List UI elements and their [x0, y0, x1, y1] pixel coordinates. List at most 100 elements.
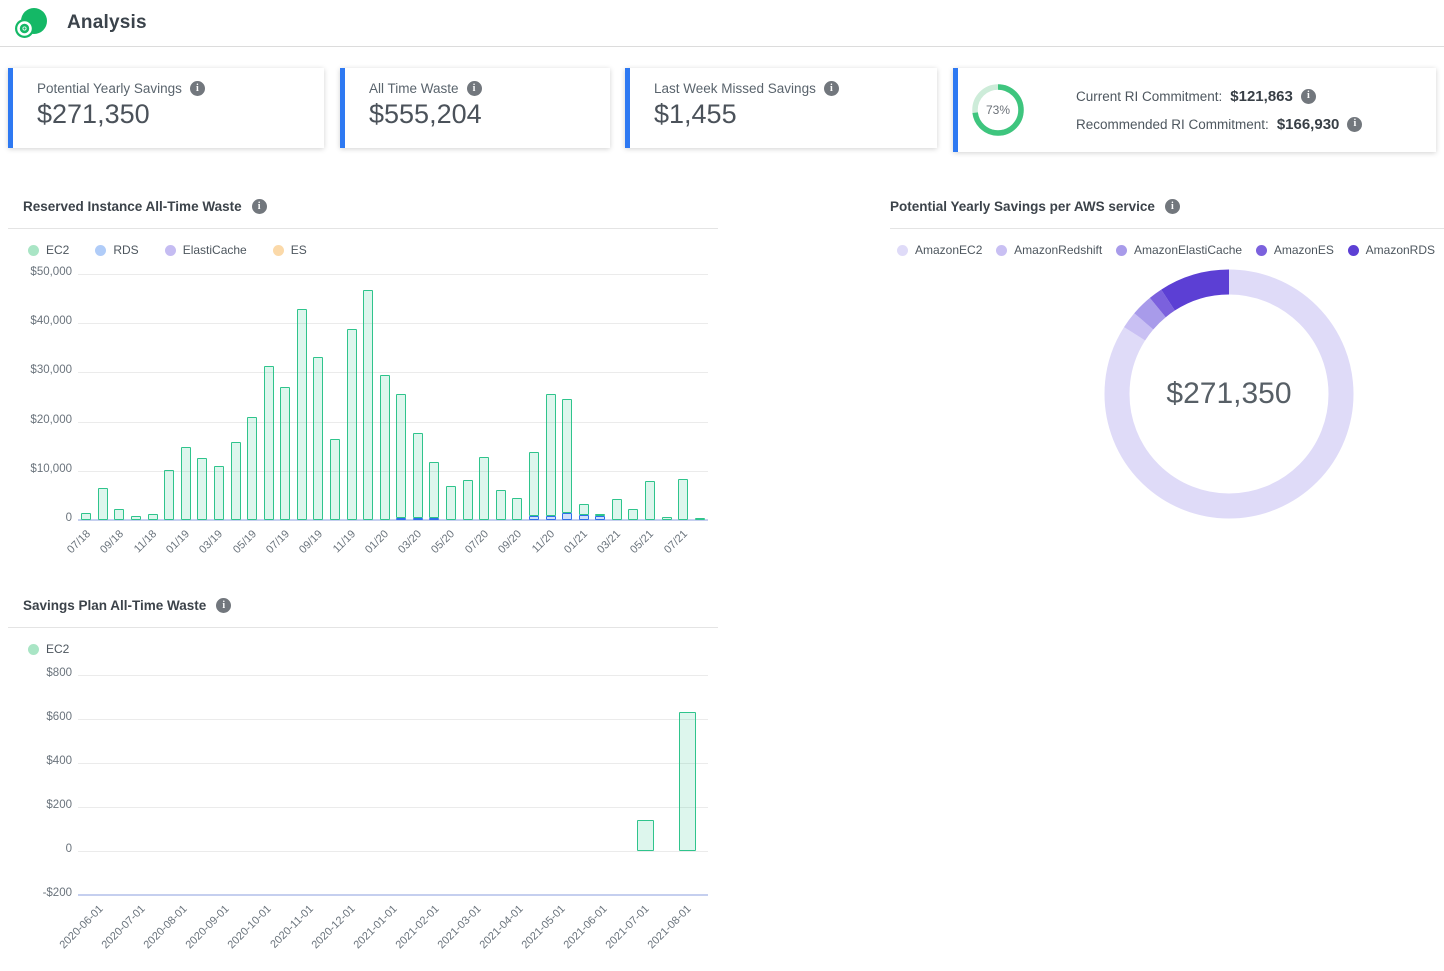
- y-tick-label: 0: [0, 843, 72, 855]
- current-ri-commitment-value: $121,863: [1230, 88, 1293, 105]
- info-icon[interactable]: [824, 81, 839, 96]
- ri-waste-bar-chart: $50,000$40,000$30,000$20,000$10,0000 07/…: [0, 274, 720, 574]
- bar-segment-ec2: [197, 458, 207, 520]
- legend-item[interactable]: EC2: [28, 243, 69, 257]
- gridline: [78, 807, 708, 808]
- bar-segment-ec2: [446, 486, 456, 520]
- legend-item[interactable]: AmazonES: [1256, 243, 1334, 257]
- legend-dot: [95, 245, 106, 256]
- bar-segment-ec2: [264, 366, 274, 520]
- bar-segment-ec2: [81, 513, 91, 520]
- bar-segment-ec2: [512, 498, 522, 520]
- info-icon[interactable]: [1301, 89, 1316, 104]
- gridline: [78, 719, 708, 720]
- app-logo[interactable]: [14, 8, 47, 39]
- bar-segment-rds: [413, 518, 423, 520]
- info-icon[interactable]: [1347, 117, 1362, 132]
- legend-item[interactable]: AmazonRDS: [1348, 243, 1435, 257]
- legend-item[interactable]: ElastiCache: [165, 243, 247, 257]
- gridline: [78, 894, 708, 896]
- bar-segment-rds: [396, 518, 406, 520]
- page-title: Analysis: [67, 12, 147, 34]
- current-ri-commitment-label: Current RI Commitment:: [1076, 89, 1222, 104]
- bar-segment-ec2: [313, 357, 323, 520]
- bar-segment-ec2: [247, 417, 257, 520]
- x-tick-label: 05/21: [629, 528, 657, 556]
- legend-label: ES: [291, 243, 307, 257]
- x-tick-label: 05/20: [430, 528, 458, 556]
- stat-card-value: $271,350: [37, 99, 324, 130]
- stat-card-label: Potential Yearly Savings: [37, 81, 324, 96]
- bar-segment-ec2: [579, 504, 589, 515]
- bar-segment-rds: [579, 515, 589, 520]
- x-tick-label: 2020-09-01: [183, 903, 231, 951]
- info-icon[interactable]: [252, 199, 267, 214]
- legend-label: AmazonRDS: [1366, 243, 1435, 257]
- info-icon[interactable]: [467, 81, 482, 96]
- bar-segment-ec2: [679, 712, 696, 851]
- y-tick-label: $200: [0, 799, 72, 811]
- legend-item[interactable]: ES: [273, 243, 307, 257]
- x-tick-label: 03/21: [595, 528, 623, 556]
- section-title-text: Reserved Instance All-Time Waste: [23, 199, 242, 214]
- y-tick-label: $40,000: [0, 315, 72, 327]
- info-icon[interactable]: [190, 81, 205, 96]
- x-tick-label: 07/19: [264, 528, 292, 556]
- x-tick-label: 09/19: [297, 528, 325, 556]
- x-tick-label: 09/20: [496, 528, 524, 556]
- x-tick-label: 2020-08-01: [141, 903, 189, 951]
- legend-dot: [28, 245, 39, 256]
- stat-card-label-text: All Time Waste: [369, 81, 459, 96]
- y-axis: $800$600$400$2000-$200: [0, 675, 72, 971]
- savings-per-service-section-title: Potential Yearly Savings per AWS service: [890, 199, 1180, 214]
- bar-segment-ec2: [479, 457, 489, 520]
- y-tick-label: $800: [0, 667, 72, 679]
- legend-dot: [996, 245, 1007, 256]
- section-divider: [8, 228, 718, 229]
- bar-segment-ec2: [546, 394, 556, 516]
- y-tick-label: $600: [0, 711, 72, 723]
- legend-dot: [1256, 245, 1267, 256]
- legend-item[interactable]: RDS: [95, 243, 138, 257]
- gridline: [78, 763, 708, 764]
- stat-card-label-text: Last Week Missed Savings: [654, 81, 816, 96]
- bar-segment-ec2: [363, 290, 373, 520]
- legend-dot: [897, 245, 908, 256]
- legend-item[interactable]: AmazonEC2: [897, 243, 982, 257]
- legend-dot: [28, 644, 39, 655]
- ri-utilization-gauge: 73%: [970, 82, 1026, 138]
- legend-item[interactable]: AmazonElastiCache: [1116, 243, 1242, 257]
- y-tick-label: $30,000: [0, 364, 72, 376]
- y-tick-label: $20,000: [0, 414, 72, 426]
- donut-center-value: $271,350: [1104, 269, 1354, 519]
- x-tick-label: 03/19: [197, 528, 225, 556]
- y-axis: $50,000$40,000$30,000$20,000$10,0000: [0, 274, 72, 574]
- bar-segment-ec2: [562, 399, 572, 512]
- sp-waste-bar-chart: $800$600$400$2000-$200 2020-06-012020-07…: [0, 675, 720, 971]
- legend-label: AmazonES: [1274, 243, 1334, 257]
- recommended-ri-commitment-value: $166,930: [1277, 116, 1340, 133]
- y-tick-label: $50,000: [0, 266, 72, 278]
- bar-segment-ec2: [330, 439, 340, 520]
- bar-segment-ec2: [114, 509, 124, 520]
- x-tick-label: 2021-01-01: [351, 903, 399, 951]
- donut-chart-legend: AmazonEC2 AmazonRedshift AmazonElastiCache…: [897, 243, 1435, 257]
- stat-card-all-time-waste: All Time Waste $555,204: [340, 68, 610, 148]
- x-tick-label: 07/20: [463, 528, 491, 556]
- info-icon[interactable]: [216, 598, 231, 613]
- bar-segment-ec2: [181, 447, 191, 520]
- x-tick-label: 01/19: [164, 528, 192, 556]
- section-divider: [890, 228, 1444, 229]
- info-icon[interactable]: [1165, 199, 1180, 214]
- bar-segment-ec2: [529, 452, 539, 516]
- bar-segment-ec2: [695, 518, 705, 520]
- y-tick-label: $10,000: [0, 463, 72, 475]
- gridline: [78, 372, 708, 373]
- legend-item[interactable]: AmazonRedshift: [996, 243, 1102, 257]
- legend-item[interactable]: EC2: [28, 642, 69, 656]
- bar-segment-ec2: [413, 433, 423, 518]
- bar-segment-ec2: [463, 480, 473, 520]
- bar-segment-ec2: [496, 490, 506, 521]
- x-tick-label: 07/21: [662, 528, 690, 556]
- legend-dot: [273, 245, 284, 256]
